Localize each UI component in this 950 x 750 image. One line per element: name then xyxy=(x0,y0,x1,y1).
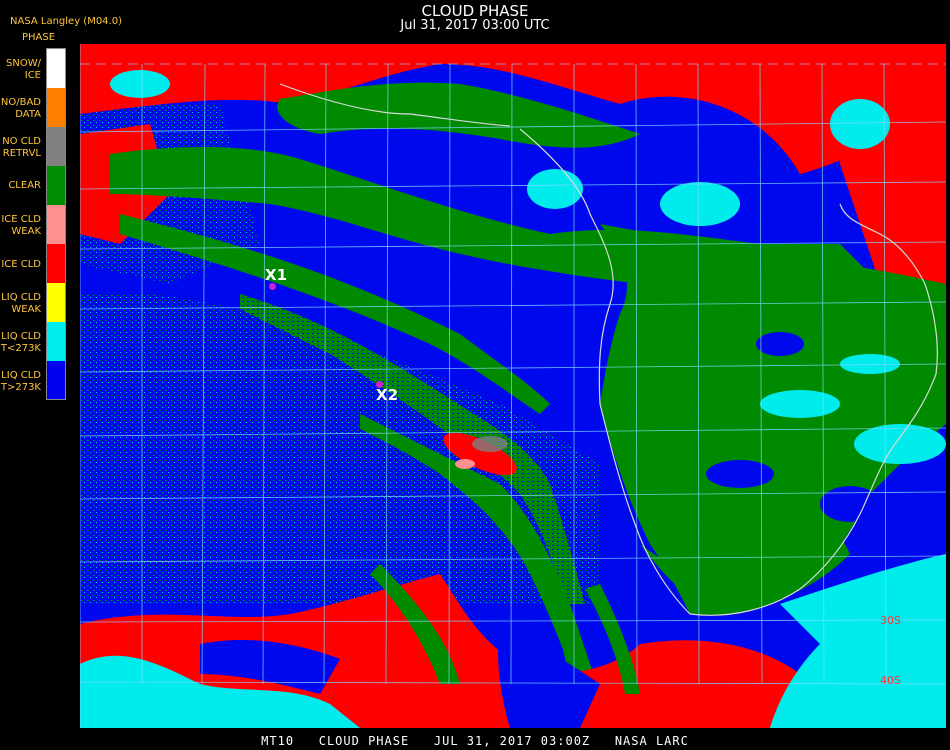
legend-label-snow-ice: SNOW/ICE xyxy=(6,58,41,81)
provider-label: NASA Langley (M04.0) xyxy=(10,16,122,27)
cold-liquid-patch-4 xyxy=(110,70,170,98)
legend-label-ice-cld-weak: ICE CLD WEAK xyxy=(1,214,41,237)
land-ocean-patch-3 xyxy=(756,332,804,356)
legend-swatch-liq-cld-cold xyxy=(47,322,65,361)
legend-colorbar xyxy=(46,48,66,400)
cloud-phase-map[interactable]: X1 X2 30S 40S xyxy=(80,44,946,728)
legend-swatch-ice-cld xyxy=(47,244,65,283)
marker-x1-dot[interactable] xyxy=(269,283,276,290)
legend-label-ice-cld: ICE CLD xyxy=(1,259,41,270)
cold-liquid-patch-2 xyxy=(660,182,740,226)
legend-swatch-ice-cld-weak xyxy=(47,205,65,244)
land-ocean-patch-2 xyxy=(820,486,880,522)
legend-label-liq-cld-warm: LIQ CLD T>273K xyxy=(0,370,41,393)
legend-swatch-no-bad-data xyxy=(47,88,65,127)
legend-label-no-bad-data: NO/BAD DATA xyxy=(0,97,41,120)
legend-swatch-liq-cld-warm xyxy=(47,361,65,399)
central-retrvl-cluster xyxy=(472,436,508,452)
legend-labels: SNOW/ICE NO/BAD DATA NO CLD RETRVL CLEAR I… xyxy=(0,48,44,400)
land-cold-cloud-1 xyxy=(760,390,840,418)
land-cold-cloud-3 xyxy=(840,354,900,374)
grid-label-40s: 40S xyxy=(880,674,901,687)
legend-swatch-clear xyxy=(47,166,65,205)
cold-liquid-patch-3 xyxy=(830,99,890,149)
land-ocean-patch xyxy=(706,460,774,488)
legend-label-no-cld-retrvl: NO CLD RETRVL xyxy=(2,136,41,159)
cold-liquid-patch-1 xyxy=(527,169,583,209)
legend-label-clear: CLEAR xyxy=(8,180,41,191)
legend-title: PHASE xyxy=(22,32,56,43)
legend-swatch-liq-cld-weak xyxy=(47,283,65,322)
central-ice-weak xyxy=(455,459,475,469)
grid-label-30s: 30S xyxy=(880,614,901,627)
legend-swatch-snow-ice xyxy=(47,49,65,88)
footer-caption: MT10 CLOUD PHASE JUL 31, 2017 03:00Z NAS… xyxy=(261,734,689,748)
legend-label-liq-cld-weak: LIQ CLD WEAK xyxy=(1,292,41,315)
legend-swatch-no-cld-retrvl xyxy=(47,127,65,166)
marker-x2-label[interactable]: X2 xyxy=(376,386,398,404)
legend-label-liq-cld-cold: LIQ CLD T<273K xyxy=(0,331,41,354)
map-canvas xyxy=(80,44,946,728)
marker-x1-label[interactable]: X1 xyxy=(265,266,287,284)
map-timestamp: Jul 31, 2017 03:00 UTC xyxy=(400,18,550,33)
land-cold-cloud-2 xyxy=(854,424,946,464)
